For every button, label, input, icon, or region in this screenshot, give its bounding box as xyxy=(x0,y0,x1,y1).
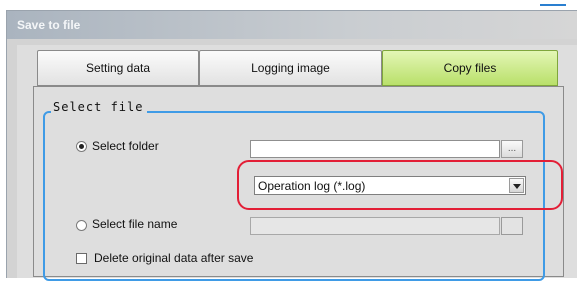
select-folder-radio[interactable] xyxy=(76,141,87,152)
delete-after-save-label: Delete original data after save xyxy=(94,251,254,265)
select-folder-label: Select folder xyxy=(92,139,159,153)
tab-label: Copy files xyxy=(443,61,497,75)
tab-label: Logging image xyxy=(251,61,330,75)
select-file-name-label: Select file name xyxy=(92,217,178,231)
tab-copy-files[interactable]: Copy files xyxy=(382,50,558,86)
dialog-title: Save to file xyxy=(17,18,81,32)
select-file-group-label: Select file xyxy=(51,100,148,114)
browse-folder-button[interactable]: ... xyxy=(501,140,523,158)
top-strip xyxy=(0,0,577,7)
browse-file-name-button[interactable] xyxy=(501,217,523,235)
file-name-input[interactable] xyxy=(250,217,500,235)
tab-logging-image[interactable]: Logging image xyxy=(199,50,382,86)
tab-setting-data[interactable]: Setting data xyxy=(37,50,199,86)
delete-after-save-checkbox[interactable] xyxy=(76,253,87,264)
tab-label: Setting data xyxy=(85,61,151,75)
title-bar[interactable]: Save to file xyxy=(7,11,577,39)
highlight-annotation xyxy=(237,160,563,210)
select-file-name-radio[interactable] xyxy=(76,220,87,231)
top-accent-line xyxy=(540,4,566,6)
folder-path-input[interactable] xyxy=(250,140,500,158)
